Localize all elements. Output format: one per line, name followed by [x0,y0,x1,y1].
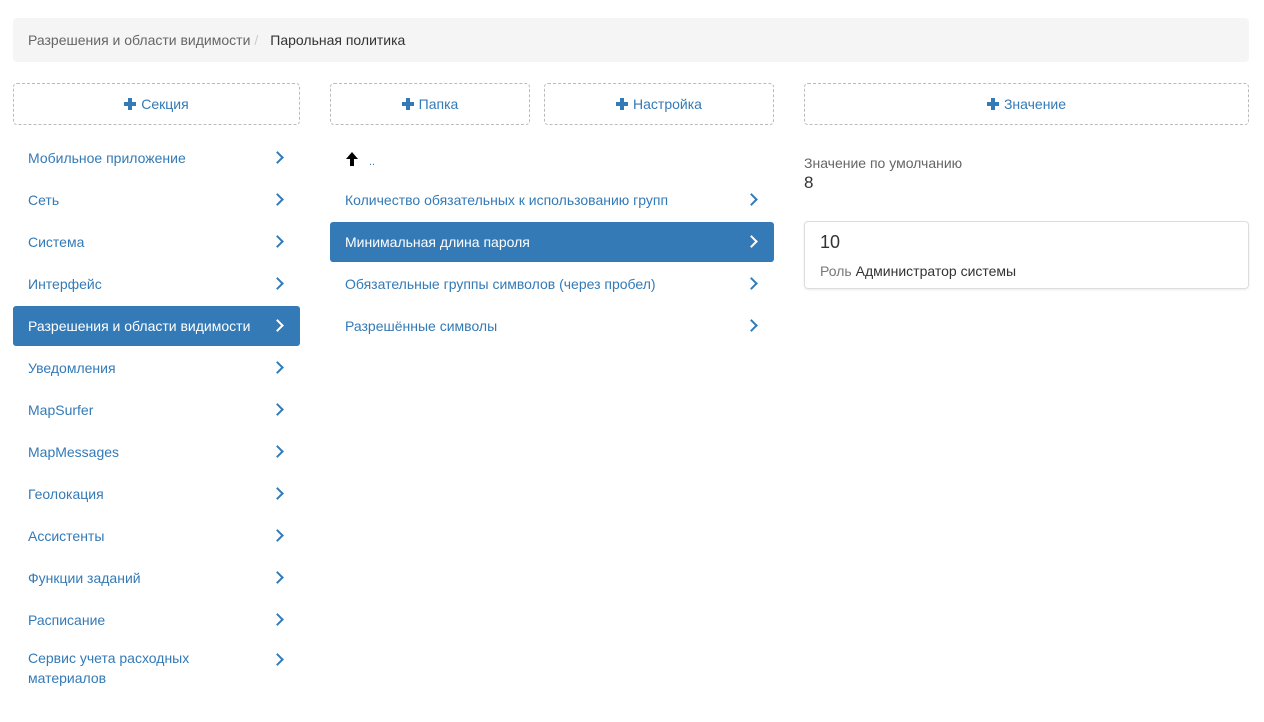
setting-item-label: Разрешённые символы [345,318,498,334]
value-card-value: 10 [820,232,841,252]
role-name: Администратор системы [855,263,1017,279]
folder-up-link[interactable]: .. [345,150,375,168]
setting-item-required-groups-count[interactable]: Количество обязательных к использованию … [330,180,774,220]
chevron-right-icon [745,235,758,248]
settings-list: Количество обязательных к использованию … [330,180,774,348]
chevron-right-icon [271,361,284,374]
setting-item-required-char-groups[interactable]: Обязательные группы символов (через проб… [330,264,774,304]
section-item-mapsurfer[interactable]: MapSurfer [13,390,300,430]
section-item-label: Функции заданий [28,570,141,586]
plus-icon [401,98,414,110]
section-item-label: Расписание [28,612,106,628]
breadcrumb: Разрешения и области видимости / Парольн… [13,18,1249,62]
add-folder-button[interactable]: Папка [330,83,530,125]
chevron-right-icon [271,529,284,542]
arrow-up-icon [345,152,359,166]
value-card-role: Роль Администратор системы [820,263,1016,279]
section-item-label: MapSurfer [28,402,94,418]
chevron-right-icon [271,277,284,290]
section-item-interface[interactable]: Интерфейс [13,264,300,304]
chevron-right-icon [271,445,284,458]
section-item-consumables-service[interactable]: Сервис учета расходных материалов [13,642,300,694]
section-item-label: Интерфейс [28,276,102,292]
section-item-mapmessages[interactable]: MapMessages [13,432,300,472]
value-card[interactable]: 10 Роль Администратор системы [804,221,1249,289]
chevron-right-icon [271,319,284,332]
plus-icon [986,98,999,110]
chevron-right-icon [271,235,284,248]
section-item-permissions[interactable]: Разрешения и области видимости [13,306,300,346]
default-value: 8 [804,173,814,192]
chevron-right-icon [271,193,284,206]
add-setting-button[interactable]: Настройка [544,83,774,125]
chevron-right-icon [745,277,758,290]
add-value-label: Значение [1003,96,1067,112]
chevron-right-icon [271,403,284,416]
default-value-label: Значение по умолчанию [804,155,963,171]
add-section-label: Секция [141,96,189,112]
role-label: Роль [820,263,852,279]
add-section-button[interactable]: Секция [13,83,300,125]
chevron-right-icon [271,653,284,666]
add-value-button[interactable]: Значение [804,83,1249,125]
setting-item-min-password-length[interactable]: Минимальная длина пароля [330,222,774,262]
section-item-label: Уведомления [28,360,116,376]
section-item-label: MapMessages [28,444,120,460]
section-item-label: Мобильное приложение [28,150,186,166]
section-item-label: Ассистенты [28,528,105,544]
breadcrumb-current: Парольная политика [270,32,406,48]
chevron-right-icon [271,571,284,584]
add-folder-label: Папка [418,96,459,112]
section-item-label: Геолокация [28,486,104,502]
setting-item-label: Обязательные группы символов (через проб… [345,276,656,292]
section-item-label: Сервис учета расходных материалов [28,650,190,686]
breadcrumb-separator: / [254,32,259,48]
setting-item-label: Количество обязательных к использованию … [345,192,669,208]
section-item-task-functions[interactable]: Функции заданий [13,558,300,598]
chevron-right-icon [271,613,284,626]
chevron-right-icon [745,319,758,332]
section-item-schedule[interactable]: Расписание [13,600,300,640]
section-item-notifications[interactable]: Уведомления [13,348,300,388]
setting-item-label: Минимальная длина пароля [345,234,530,250]
section-item-label: Система [28,234,85,250]
section-item-network[interactable]: Сеть [13,180,300,220]
chevron-right-icon [271,487,284,500]
section-list: Мобильное приложение Сеть Система Интерф… [13,138,300,696]
section-item-geolocation[interactable]: Геолокация [13,474,300,514]
section-item-mobile-app[interactable]: Мобильное приложение [13,138,300,178]
chevron-right-icon [271,151,284,164]
plus-icon [616,98,629,110]
section-item-label: Сеть [28,192,60,208]
setting-item-allowed-chars[interactable]: Разрешённые символы [330,306,774,346]
section-item-system[interactable]: Система [13,222,300,262]
folder-up-label: .. [369,156,376,168]
breadcrumb-parent-link[interactable]: Разрешения и области видимости [28,32,250,48]
section-item-assistants[interactable]: Ассистенты [13,516,300,556]
section-item-label: Разрешения и области видимости [28,318,251,334]
add-setting-label: Настройка [633,96,702,112]
plus-icon [124,98,137,110]
chevron-right-icon [745,193,758,206]
